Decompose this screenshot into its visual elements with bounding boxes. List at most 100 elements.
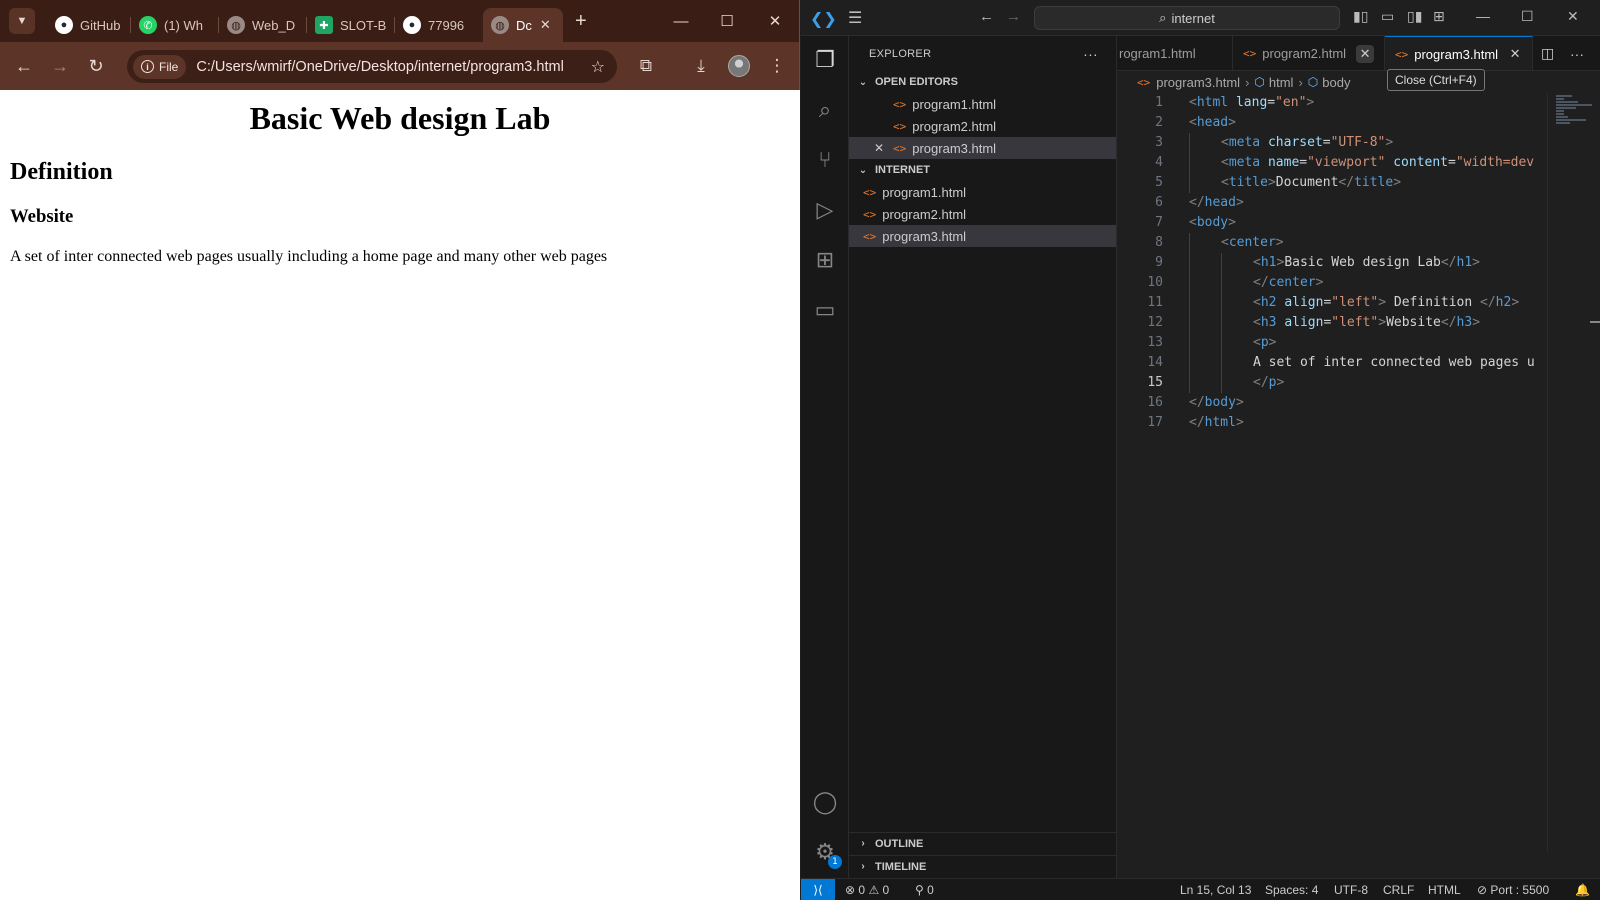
folder-file-item[interactable]: <> program2.html xyxy=(849,203,1116,225)
code-line: 6 </head> xyxy=(1117,193,1547,213)
minimize-icon[interactable]: — xyxy=(658,0,704,42)
minimap-line xyxy=(1556,98,1564,100)
indentation-status[interactable]: Spaces: 4 xyxy=(1265,879,1318,900)
source-control-icon[interactable]: ⑂ xyxy=(801,136,849,184)
browser-tab-active[interactable]: ◍ Dc ✕ xyxy=(483,8,563,42)
new-tab-icon[interactable]: + xyxy=(575,10,587,33)
toggle-primary-sidebar-icon[interactable]: ▮▯ xyxy=(1353,8,1368,25)
download-icon[interactable]: ⤓ xyxy=(683,42,719,90)
browser-tab-web-d[interactable]: ◍ Web_D xyxy=(219,8,307,42)
tab-program1[interactable]: rogram1.html xyxy=(1117,36,1233,70)
close-icon[interactable]: ✕ xyxy=(874,141,884,155)
back-icon[interactable]: ← xyxy=(6,56,42,77)
tab-program3[interactable]: <> program3.html ✕ xyxy=(1385,36,1533,70)
bookmark-star-icon[interactable]: ☆ xyxy=(591,57,605,77)
breadcrumb-html[interactable]: html xyxy=(1269,75,1294,90)
breadcrumb-file[interactable]: program3.html xyxy=(1156,75,1240,90)
settings-gear-icon[interactable]: ⚙ 1 xyxy=(801,828,849,876)
encoding-status[interactable]: UTF-8 xyxy=(1334,879,1368,900)
line-number: 15 xyxy=(1147,375,1163,390)
address-bar[interactable]: i File C:/Users/wmirf/OneDrive/Desktop/i… xyxy=(127,50,617,83)
extensions-icon[interactable]: ⊞ xyxy=(801,236,849,284)
browser-tab-slot-b[interactable]: ✚ SLOT-B xyxy=(307,8,395,42)
code-line: 3 <meta charset="UTF-8"> xyxy=(1117,133,1547,153)
search-icon[interactable]: ⌕ xyxy=(801,86,849,134)
code-line: 5 <title>Document</title> xyxy=(1117,173,1547,193)
timeline-section[interactable]: › TIMELINE xyxy=(849,855,1117,877)
whatsapp-icon: ✆ xyxy=(139,16,157,34)
chevron-right-icon: › xyxy=(1298,74,1303,90)
open-editor-item-active[interactable]: ✕ <> program3.html xyxy=(849,137,1116,159)
code-editor[interactable]: 1 <html lang="en"> 2 <head> 3 <meta charset… xyxy=(1117,93,1547,833)
browser-tab-whatsapp[interactable]: ✆ (1) Wh xyxy=(131,8,219,42)
maximize-icon[interactable]: ☐ xyxy=(1521,8,1534,25)
live-server-port[interactable]: ⊘ Port : 5500 xyxy=(1477,879,1549,900)
accounts-icon[interactable]: ◯ xyxy=(801,778,849,826)
forward-icon[interactable]: → xyxy=(42,56,78,77)
more-actions-icon[interactable]: ··· xyxy=(1083,46,1098,62)
line-number: 4 xyxy=(1155,155,1163,170)
browser-tab-github[interactable]: ● GitHub xyxy=(47,8,131,42)
ports-status[interactable]: ⚲ 0 xyxy=(915,879,934,900)
browser-tab-strip: ▼ ● GitHub ✆ (1) Wh ◍ Web_D ✚ SLOT-B ● 7… xyxy=(0,0,799,42)
open-editors-section[interactable]: ⌄ OPEN EDITORS xyxy=(849,71,1116,93)
page-heading: Basic Web design Lab xyxy=(249,100,551,136)
breadcrumb-body[interactable]: body xyxy=(1322,75,1350,90)
tab-title: 77996 xyxy=(428,17,465,33)
line-number: 16 xyxy=(1147,395,1163,410)
activity-bar: ❐ ⌕ ⑂ ▷ ⊞ ▭ ◯ ⚙ 1 xyxy=(801,36,849,878)
toggle-secondary-sidebar-icon[interactable]: ▯▮ xyxy=(1407,8,1422,25)
line-number: 14 xyxy=(1147,355,1163,370)
file-label: program1.html xyxy=(882,184,967,200)
run-debug-icon[interactable]: ▷ xyxy=(801,186,849,234)
notifications-bell-icon[interactable]: 🔔 xyxy=(1575,879,1590,900)
more-menu-icon[interactable]: ⋮ xyxy=(759,42,795,90)
remote-indicator-icon[interactable]: ⟩⟨ xyxy=(801,879,835,900)
open-editor-item[interactable]: <> program1.html xyxy=(849,93,1116,115)
close-tooltip: Close (Ctrl+F4) xyxy=(1387,69,1485,91)
minimize-icon[interactable]: — xyxy=(1476,8,1490,24)
extensions-icon[interactable]: ⧉ xyxy=(628,42,664,90)
close-window-icon[interactable]: ✕ xyxy=(752,0,798,42)
profile-button[interactable] xyxy=(721,42,757,90)
browser-tab-77996[interactable]: ● 77996 xyxy=(395,8,483,42)
tab-program2[interactable]: <> program2.html ✕ xyxy=(1233,36,1385,70)
folder-file-item[interactable]: <> program1.html xyxy=(849,181,1116,203)
site-info-chip[interactable]: i File xyxy=(133,54,187,79)
reload-icon[interactable]: ↻ xyxy=(78,56,114,77)
menu-icon[interactable]: ☰ xyxy=(848,8,862,28)
problems-status[interactable]: ⊗ 0 ⚠ 0 xyxy=(845,879,889,900)
chevron-down-icon: ⌄ xyxy=(858,164,868,176)
chevron-right-icon: › xyxy=(861,838,865,849)
toggle-panel-icon[interactable]: ▭ xyxy=(1381,8,1394,25)
command-center-text: internet xyxy=(1171,10,1215,26)
close-icon[interactable]: ✕ xyxy=(1356,44,1374,63)
cursor-position[interactable]: Ln 15, Col 13 xyxy=(1180,879,1251,900)
split-editor-icon[interactable]: ◫ xyxy=(1541,36,1554,70)
tab-title: Web_D xyxy=(252,17,296,33)
nav-forward-icon[interactable]: → xyxy=(1006,8,1021,25)
internet-folder-section[interactable]: ⌄ INTERNET xyxy=(849,159,1116,181)
close-window-icon[interactable]: ✕ xyxy=(1567,8,1579,25)
command-center-search[interactable]: ⌕ internet xyxy=(1034,6,1340,30)
element-cube-icon: ⬡ xyxy=(1254,75,1265,89)
maximize-icon[interactable]: ☐ xyxy=(704,0,750,42)
tab-label: program3.html xyxy=(1414,46,1499,62)
url-text[interactable]: C:/Users/wmirf/OneDrive/Desktop/internet… xyxy=(196,59,563,75)
folder-file-item-active[interactable]: <> program3.html xyxy=(849,225,1116,247)
remote-explorer-icon[interactable]: ▭ xyxy=(801,286,849,334)
minimap[interactable] xyxy=(1547,93,1600,853)
open-editor-item[interactable]: <> program2.html xyxy=(849,115,1116,137)
close-icon[interactable]: ✕ xyxy=(1508,45,1522,63)
more-actions-icon[interactable]: ··· xyxy=(1570,36,1584,70)
eol-status[interactable]: CRLF xyxy=(1383,879,1414,900)
nav-back-icon[interactable]: ← xyxy=(979,8,994,25)
tab-search-button[interactable]: ▼ xyxy=(9,8,35,34)
outline-section[interactable]: › OUTLINE xyxy=(849,832,1117,854)
chevron-down-icon: ⌄ xyxy=(858,76,868,88)
customize-layout-icon[interactable]: ⊞ xyxy=(1433,8,1445,25)
explorer-title-text: EXPLORER xyxy=(869,47,932,60)
language-mode[interactable]: HTML xyxy=(1428,879,1461,900)
close-tab-icon[interactable]: ✕ xyxy=(540,17,551,33)
explorer-icon[interactable]: ❐ xyxy=(801,36,849,84)
